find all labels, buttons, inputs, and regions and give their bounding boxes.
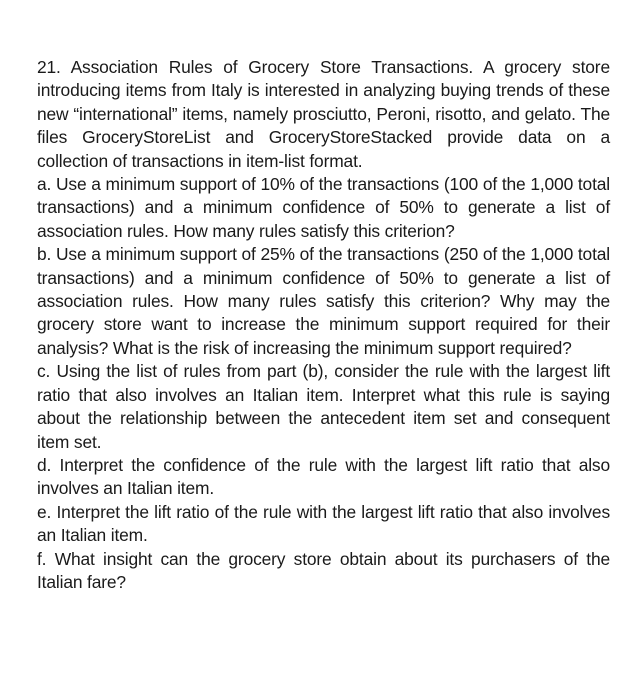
- part-c: c. Using the list of rules from part (b)…: [37, 360, 610, 454]
- problem-intro: 21. Association Rules of Grocery Store T…: [37, 56, 610, 173]
- part-d: d. Interpret the confidence of the rule …: [37, 454, 610, 501]
- part-label: f.: [37, 548, 47, 569]
- part-label: e.: [37, 501, 52, 522]
- problem-number: 21.: [37, 57, 61, 77]
- part-label: a.: [37, 174, 52, 195]
- part-label: b.: [37, 244, 52, 265]
- part-text: Use a minimum support of 25% of the tran…: [37, 244, 610, 358]
- problem-title: Association Rules of Grocery Store Trans…: [70, 57, 474, 77]
- part-a: a. Use a minimum support of 10% of the t…: [37, 173, 610, 243]
- part-f: f. What insight can the grocery store ob…: [37, 548, 610, 595]
- part-e: e. Interpret the lift ratio of the rule …: [37, 501, 610, 548]
- part-b: b. Use a minimum support of 25% of the t…: [37, 243, 610, 360]
- part-text: What insight can the grocery store obtai…: [37, 548, 610, 592]
- part-label: d.: [37, 454, 52, 475]
- problem-document: 21. Association Rules of Grocery Store T…: [37, 56, 610, 594]
- part-text: Using the list of rules from part (b), c…: [37, 361, 611, 452]
- part-text: Interpret the confidence of the rule wit…: [37, 454, 611, 499]
- part-text: Use a minimum support of 10% of the tran…: [37, 174, 610, 241]
- part-text: Interpret the lift ratio of the rule wit…: [37, 501, 611, 546]
- part-label: c.: [37, 361, 51, 382]
